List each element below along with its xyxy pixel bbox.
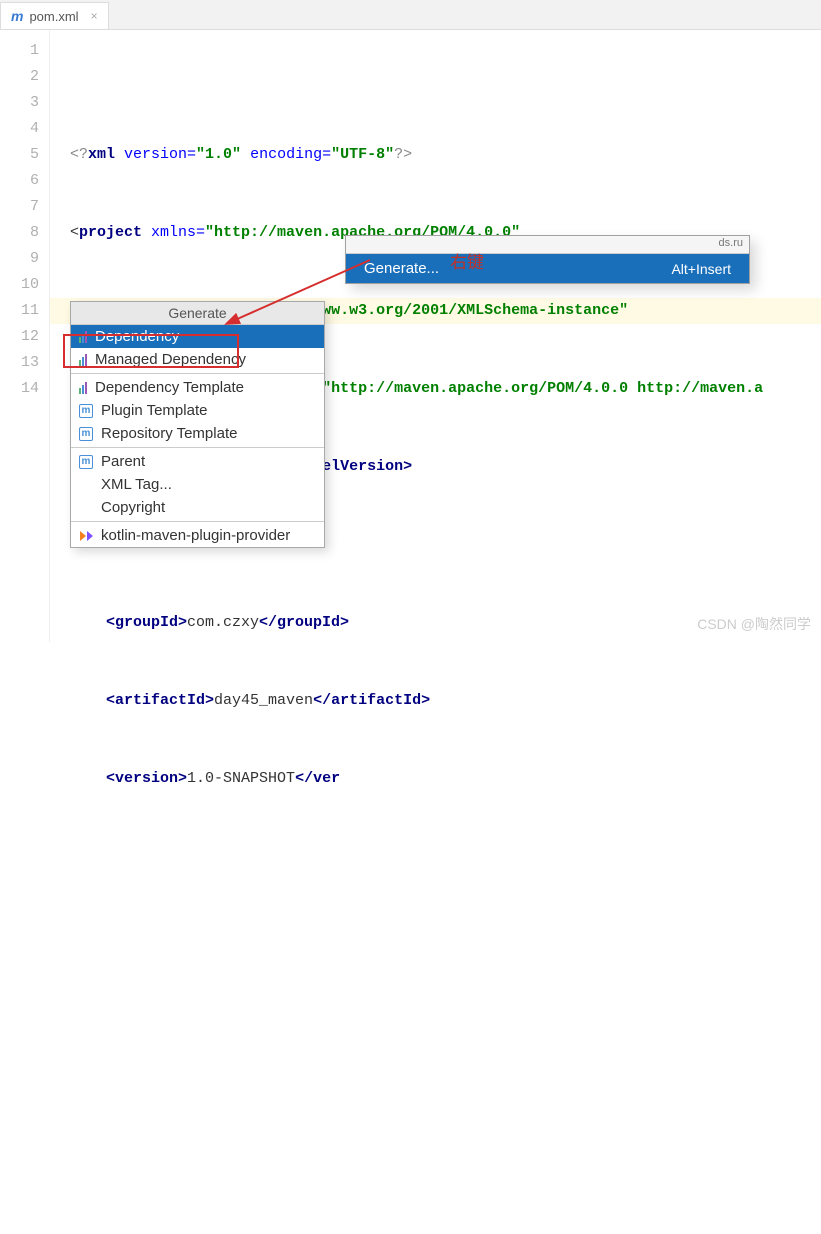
line-number: 7	[0, 194, 39, 220]
maven-icon: m	[79, 455, 93, 469]
generate-item-parent[interactable]: m Parent	[71, 450, 324, 473]
generate-item-xml-tag-[interactable]: XML Tag...	[71, 473, 324, 496]
context-menu: ds.ru Generate... Alt+Insert	[345, 235, 750, 284]
maven-icon: m	[79, 404, 93, 418]
line-number: 9	[0, 246, 39, 272]
line-number: 11	[0, 298, 39, 324]
line-gutter: 1234567891011121314	[0, 30, 50, 642]
line-number: 4	[0, 116, 39, 142]
line-number: 8	[0, 220, 39, 246]
menu-separator	[71, 373, 324, 374]
line-number: 12	[0, 324, 39, 350]
close-icon[interactable]: ×	[91, 9, 98, 23]
kotlin-icon	[79, 529, 93, 543]
line-number: 5	[0, 142, 39, 168]
generate-item-label: Repository Template	[101, 425, 237, 442]
generate-item-copyright[interactable]: Copyright	[71, 496, 324, 519]
annotation-right-click: 右键	[450, 248, 484, 273]
line-number: 10	[0, 272, 39, 298]
file-tab-pom[interactable]: m pom.xml ×	[0, 2, 109, 29]
maven-icon: m	[11, 8, 23, 24]
bars-icon	[79, 331, 87, 343]
maven-icon: m	[79, 427, 93, 441]
generate-item-kotlin-maven-plugin-provider[interactable]: kotlin-maven-plugin-provider	[71, 524, 324, 547]
line-number: 14	[0, 376, 39, 402]
line-number: 6	[0, 168, 39, 194]
generate-item-label: XML Tag...	[101, 476, 172, 493]
context-menu-shortcut: Alt+Insert	[671, 261, 731, 277]
bars-icon	[79, 382, 87, 394]
generate-item-dependency-template[interactable]: Dependency Template	[71, 376, 324, 399]
generate-menu: Generate Dependency Managed Dependency Dep…	[70, 301, 325, 548]
context-menu-item-generate[interactable]: Generate... Alt+Insert	[346, 254, 749, 283]
tab-filename: pom.xml	[29, 9, 78, 24]
context-menu-header: ds.ru	[346, 236, 749, 254]
generate-item-label: Parent	[101, 453, 145, 470]
generate-item-label: kotlin-maven-plugin-provider	[101, 527, 290, 544]
context-menu-label: Generate...	[364, 260, 439, 277]
generate-item-plugin-template[interactable]: m Plugin Template	[71, 399, 324, 422]
line-number: 1	[0, 38, 39, 64]
generate-item-dependency[interactable]: Dependency	[71, 325, 324, 348]
menu-separator	[71, 447, 324, 448]
menu-separator	[71, 521, 324, 522]
bars-icon	[79, 354, 87, 366]
tab-bar: m pom.xml ×	[0, 0, 821, 30]
line-number: 3	[0, 90, 39, 116]
line-number: 2	[0, 64, 39, 90]
generate-item-label: Dependency Template	[95, 379, 244, 396]
generate-item-label: Plugin Template	[101, 402, 207, 419]
generate-item-label: Managed Dependency	[95, 351, 246, 368]
generate-item-managed-dependency[interactable]: Managed Dependency	[71, 348, 324, 371]
generate-menu-title: Generate	[71, 302, 324, 325]
line-number: 13	[0, 350, 39, 376]
generate-item-label: Copyright	[101, 499, 165, 516]
generate-item-label: Dependency	[95, 328, 179, 345]
generate-item-repository-template[interactable]: m Repository Template	[71, 422, 324, 445]
